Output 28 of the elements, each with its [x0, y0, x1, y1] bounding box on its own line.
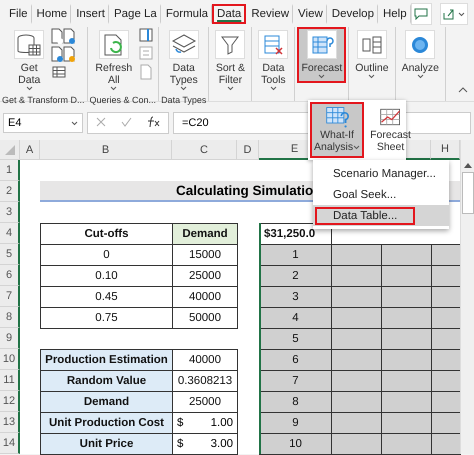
label-cell: Production Estimation: [40, 349, 173, 371]
label-cell: Random Value: [40, 370, 173, 392]
table-cell: 6: [259, 349, 332, 371]
table-cell: 0.75: [40, 307, 173, 329]
value-cell: 40000: [172, 349, 238, 371]
table-cell: 7: [259, 370, 332, 392]
table-cell: 3: [259, 286, 332, 308]
currency-value: 3.00: [210, 438, 233, 450]
table-cell: 8: [259, 391, 332, 413]
table-cell: 1: [259, 244, 332, 266]
label-cell: Unit Price: [40, 433, 173, 455]
table-header-cell: Cut-offs: [40, 223, 173, 245]
currency-value: 1.00: [210, 417, 233, 429]
label-cell: Demand: [40, 391, 173, 413]
sheet-title: Calculating Simulatio: [176, 183, 314, 198]
table-cell: 10: [259, 433, 332, 455]
group-label: Queries & Con...: [90, 95, 156, 107]
table-cell: 50000: [172, 307, 238, 329]
group-label: Get & Transform D...: [2, 95, 85, 107]
table-cell: 5: [259, 328, 332, 350]
currency-symbol: $: [177, 417, 184, 429]
group-label: Data Types: [161, 95, 206, 107]
table-header-cell: Demand: [172, 223, 238, 245]
table-cell: 2: [259, 265, 332, 287]
currency-symbol: $: [177, 438, 184, 450]
table-cell: 9: [259, 412, 332, 434]
label-cell: Unit Production Cost: [40, 412, 173, 434]
table-cell: 4: [259, 307, 332, 329]
